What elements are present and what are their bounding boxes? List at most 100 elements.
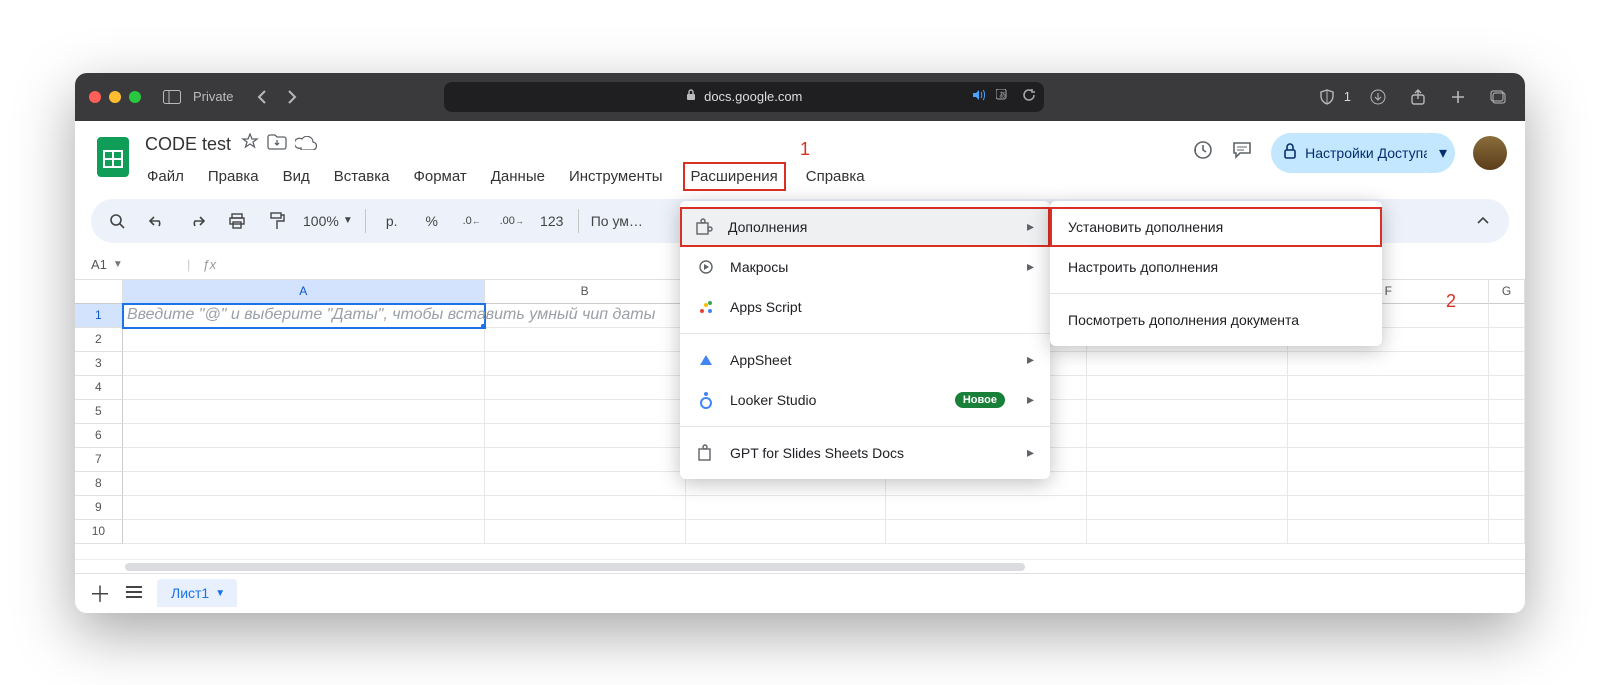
cell-B1[interactable] bbox=[485, 304, 686, 328]
cell-B3[interactable] bbox=[485, 352, 686, 376]
sub-install-addons[interactable]: Установить дополнения bbox=[1050, 207, 1382, 247]
undo-icon[interactable] bbox=[143, 207, 171, 235]
cell-E6[interactable] bbox=[1087, 424, 1288, 448]
cell-G1[interactable] bbox=[1489, 304, 1525, 328]
row-header-1[interactable]: 1 bbox=[75, 304, 123, 328]
share-button[interactable]: Настройки Доступа bbox=[1271, 133, 1443, 173]
print-icon[interactable] bbox=[223, 207, 251, 235]
cell-A8[interactable] bbox=[123, 472, 485, 496]
share-dropdown[interactable]: ▾ bbox=[1427, 133, 1455, 173]
cell-G8[interactable] bbox=[1489, 472, 1525, 496]
ext-addons[interactable]: Дополнения ▸ bbox=[680, 207, 1050, 247]
close-icon[interactable] bbox=[89, 91, 101, 103]
star-icon[interactable] bbox=[241, 133, 259, 156]
cell-E7[interactable] bbox=[1087, 448, 1288, 472]
menu-edit[interactable]: Правка bbox=[206, 164, 261, 189]
row-header-8[interactable]: 8 bbox=[75, 472, 123, 496]
cell-F7[interactable] bbox=[1288, 448, 1489, 472]
cell-B4[interactable] bbox=[485, 376, 686, 400]
sidebar-toggle-icon[interactable] bbox=[159, 84, 185, 110]
menu-format[interactable]: Формат bbox=[411, 164, 468, 189]
reload-icon[interactable] bbox=[1022, 88, 1036, 105]
row-header-6[interactable]: 6 bbox=[75, 424, 123, 448]
menu-extensions[interactable]: Расширения bbox=[685, 164, 784, 189]
cell-F4[interactable] bbox=[1288, 376, 1489, 400]
menu-data[interactable]: Данные bbox=[489, 164, 547, 189]
cell-F3[interactable] bbox=[1288, 352, 1489, 376]
cloud-status-icon[interactable] bbox=[295, 134, 317, 155]
cell-F8[interactable] bbox=[1288, 472, 1489, 496]
cell-G4[interactable] bbox=[1489, 376, 1525, 400]
percent-format[interactable]: % bbox=[418, 207, 446, 235]
cell-A6[interactable] bbox=[123, 424, 485, 448]
sheets-logo-icon[interactable] bbox=[93, 133, 133, 181]
ext-apps-script[interactable]: Apps Script bbox=[680, 287, 1050, 327]
cell-E10[interactable] bbox=[1087, 520, 1288, 544]
tabs-overview-icon[interactable] bbox=[1485, 84, 1511, 110]
menu-help[interactable]: Справка bbox=[804, 164, 867, 189]
search-menu-icon[interactable] bbox=[103, 207, 131, 235]
increase-decimal[interactable]: .00→ bbox=[498, 207, 526, 235]
currency-format[interactable]: р. bbox=[378, 207, 406, 235]
sub-view-doc-addons[interactable]: Посмотреть дополнения документа bbox=[1050, 300, 1382, 340]
cell-G6[interactable] bbox=[1489, 424, 1525, 448]
cell-E4[interactable] bbox=[1087, 376, 1288, 400]
menu-tools[interactable]: Инструменты bbox=[567, 164, 665, 189]
cell-B7[interactable] bbox=[485, 448, 686, 472]
move-icon[interactable] bbox=[267, 134, 287, 155]
all-sheets-icon[interactable] bbox=[125, 585, 143, 602]
ext-appsheet[interactable]: AppSheet ▸ bbox=[680, 340, 1050, 380]
cell-B10[interactable] bbox=[485, 520, 686, 544]
ext-macros[interactable]: Макросы ▸ bbox=[680, 247, 1050, 287]
sheet-tab-1[interactable]: Лист1 ▼ bbox=[157, 579, 237, 607]
name-box[interactable]: A1 ▼ bbox=[91, 257, 187, 272]
decrease-decimal[interactable]: .0← bbox=[458, 207, 486, 235]
cell-A3[interactable] bbox=[123, 352, 485, 376]
cell-G3[interactable] bbox=[1489, 352, 1525, 376]
cell-A10[interactable] bbox=[123, 520, 485, 544]
cell-C10[interactable] bbox=[686, 520, 887, 544]
ext-looker[interactable]: Looker Studio Новое ▸ bbox=[680, 380, 1050, 420]
cell-C9[interactable] bbox=[686, 496, 887, 520]
cell-B9[interactable] bbox=[485, 496, 686, 520]
cell-B8[interactable] bbox=[485, 472, 686, 496]
horizontal-scrollbar[interactable] bbox=[75, 559, 1525, 573]
sound-icon[interactable] bbox=[972, 89, 986, 104]
more-formats[interactable]: 123 bbox=[538, 207, 566, 235]
col-header-B[interactable]: B bbox=[485, 280, 686, 304]
share-browser-icon[interactable] bbox=[1405, 84, 1431, 110]
zoom-level[interactable]: 100% ▼ bbox=[303, 207, 353, 235]
paint-format-icon[interactable] bbox=[263, 207, 291, 235]
cell-G2[interactable] bbox=[1489, 328, 1525, 352]
row-header-10[interactable]: 10 bbox=[75, 520, 123, 544]
col-header-A[interactable]: A bbox=[123, 280, 485, 304]
minimize-icon[interactable] bbox=[109, 91, 121, 103]
cell-A7[interactable] bbox=[123, 448, 485, 472]
cell-A1[interactable] bbox=[123, 304, 485, 328]
menu-insert[interactable]: Вставка bbox=[332, 164, 392, 189]
cell-E8[interactable] bbox=[1087, 472, 1288, 496]
shield-icon[interactable] bbox=[1314, 84, 1340, 110]
sub-manage-addons[interactable]: Настроить дополнения bbox=[1050, 247, 1382, 287]
cell-G10[interactable] bbox=[1489, 520, 1525, 544]
menu-file[interactable]: Файл bbox=[145, 164, 186, 189]
maximize-icon[interactable] bbox=[129, 91, 141, 103]
nav-back-icon[interactable] bbox=[249, 84, 275, 110]
cell-E3[interactable] bbox=[1087, 352, 1288, 376]
cell-E9[interactable] bbox=[1087, 496, 1288, 520]
url-bar[interactable]: docs.google.com あ bbox=[444, 82, 1044, 112]
cell-A2[interactable] bbox=[123, 328, 485, 352]
cell-G9[interactable] bbox=[1489, 496, 1525, 520]
ext-gpt[interactable]: GPT for Slides Sheets Docs ▸ bbox=[680, 433, 1050, 473]
row-header-3[interactable]: 3 bbox=[75, 352, 123, 376]
translate-icon[interactable]: あ bbox=[996, 89, 1012, 104]
nav-forward-icon[interactable] bbox=[279, 84, 305, 110]
cell-A4[interactable] bbox=[123, 376, 485, 400]
cell-G5[interactable] bbox=[1489, 400, 1525, 424]
avatar[interactable] bbox=[1473, 136, 1507, 170]
new-tab-icon[interactable] bbox=[1445, 84, 1471, 110]
redo-icon[interactable] bbox=[183, 207, 211, 235]
comments-icon[interactable] bbox=[1231, 139, 1253, 166]
cell-F10[interactable] bbox=[1288, 520, 1489, 544]
cell-B5[interactable] bbox=[485, 400, 686, 424]
